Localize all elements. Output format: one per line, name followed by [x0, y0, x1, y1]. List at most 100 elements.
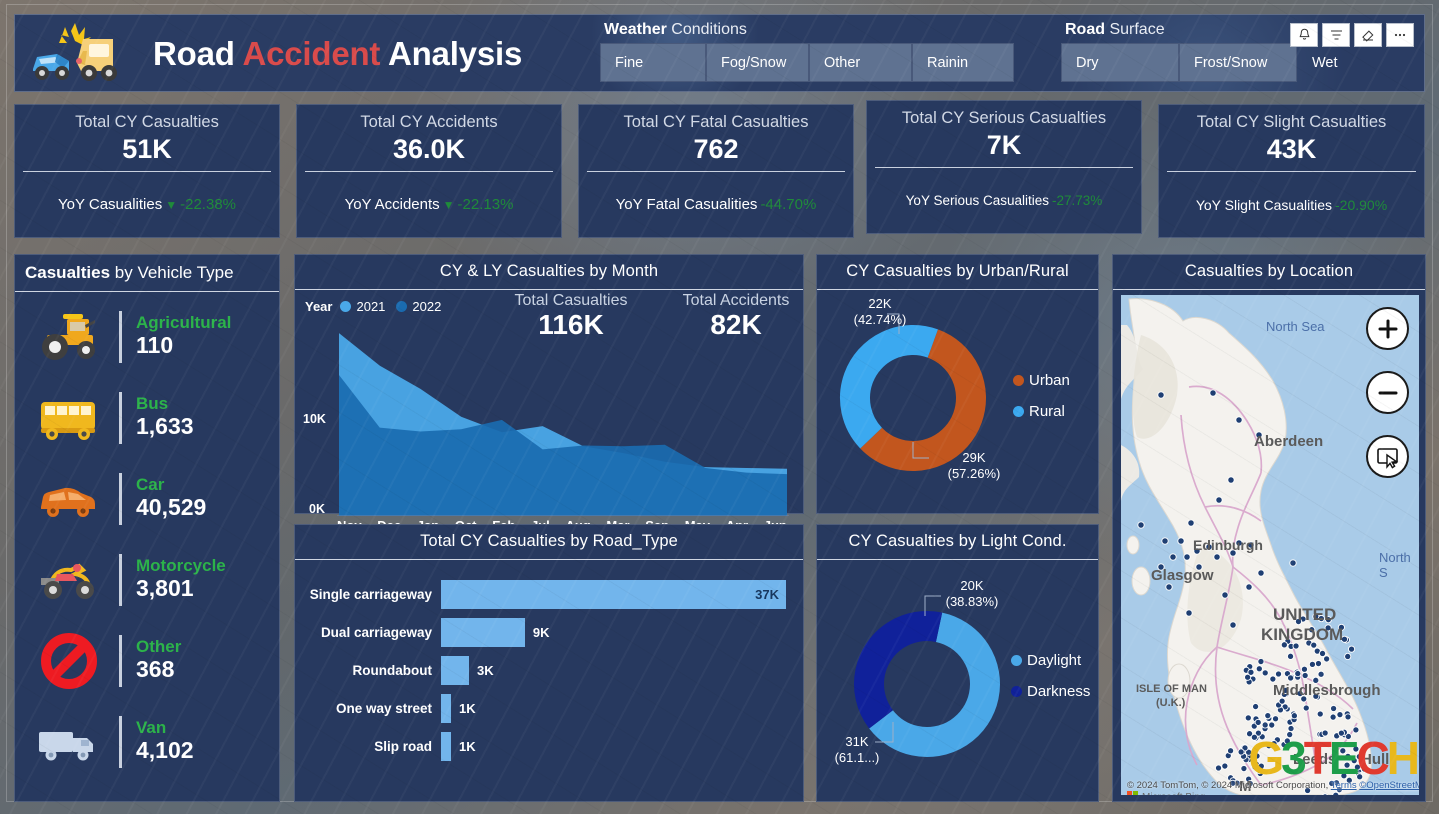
bar-fill[interactable]: 37K [441, 580, 786, 609]
legend-item-darkness[interactable]: Darkness [1011, 683, 1090, 700]
map-zoom-in-button[interactable] [1366, 307, 1409, 350]
bar-fill[interactable] [441, 732, 451, 761]
map-data-point[interactable] [1221, 591, 1229, 599]
kpi-card-serious-casualties[interactable]: Total CY Serious Casualties 7K YoY Serio… [866, 100, 1142, 234]
map-data-point[interactable] [1213, 553, 1221, 561]
map-data-point[interactable] [1157, 391, 1165, 399]
map-data-point[interactable] [1255, 665, 1263, 673]
weather-option-fine[interactable]: Fine [600, 43, 706, 82]
map-data-point[interactable] [1221, 762, 1229, 770]
map-data-point[interactable] [1235, 416, 1243, 424]
table-row[interactable]: One way street 1K [305, 690, 791, 727]
map-data-point[interactable] [1161, 537, 1169, 545]
surface-option-frost-snow[interactable]: Frost/Snow [1179, 43, 1297, 82]
map-data-point[interactable] [1209, 389, 1217, 397]
map-data-point[interactable] [1302, 704, 1310, 712]
map-data-point[interactable] [1292, 642, 1300, 650]
map-data-point[interactable] [1185, 609, 1193, 617]
map-data-point[interactable] [1169, 553, 1177, 561]
select-region-icon[interactable] [1366, 435, 1409, 478]
map-data-point[interactable] [1308, 626, 1316, 634]
map-data-point[interactable] [1290, 712, 1298, 720]
month-area-chart-svg[interactable] [337, 330, 789, 516]
map-data-point[interactable] [1252, 703, 1260, 711]
map-data-point[interactable] [1247, 668, 1255, 676]
kpi-card-total-casualties[interactable]: Total CY Casualties 51K YoY Casualities … [14, 104, 280, 238]
bell-icon[interactable] [1290, 23, 1318, 47]
list-item[interactable]: Other 368 [15, 620, 279, 701]
map-data-point[interactable] [1316, 710, 1324, 718]
map-data-point[interactable] [1255, 431, 1263, 439]
map-data-point[interactable] [1261, 669, 1269, 677]
map-data-point[interactable] [1257, 569, 1265, 577]
list-item[interactable]: Car 40,529 [15, 458, 279, 539]
map-data-point[interactable] [1344, 713, 1352, 721]
map-data-point[interactable] [1205, 543, 1213, 551]
map-data-point[interactable] [1336, 711, 1344, 719]
map-canvas[interactable]: North Sea North S Aberdeen Edinburgh Glasgow… [1121, 295, 1419, 795]
map-data-point[interactable] [1229, 549, 1237, 557]
map-data-point[interactable] [1244, 714, 1252, 722]
legend-item-daylight[interactable]: Daylight [1011, 652, 1090, 669]
map-data-point[interactable] [1318, 649, 1327, 657]
bar-fill[interactable] [441, 694, 451, 723]
map-data-point[interactable] [1330, 704, 1338, 713]
map-data-point[interactable] [1310, 641, 1318, 649]
map-data-point[interactable] [1329, 713, 1337, 721]
map-data-point[interactable] [1227, 476, 1235, 484]
map-data-point[interactable] [1348, 645, 1356, 653]
table-row[interactable]: Dual carriageway 9K [305, 614, 791, 651]
map-data-point[interactable] [1308, 660, 1316, 668]
map-data-point[interactable] [1137, 521, 1145, 529]
more-options-icon[interactable] [1386, 23, 1414, 47]
bar-fill[interactable] [441, 656, 469, 685]
list-item[interactable]: Motorcycle 3,801 [15, 539, 279, 620]
map-data-point[interactable] [1272, 715, 1280, 723]
map-data-point[interactable] [1280, 641, 1288, 649]
map-data-point[interactable] [1340, 635, 1349, 643]
map-data-point[interactable] [1195, 563, 1203, 571]
weather-option-raining[interactable]: Rainin [912, 43, 1014, 82]
map-data-point[interactable] [1332, 791, 1340, 795]
list-item[interactable]: Agricultural 110 [15, 296, 279, 377]
map-data-point[interactable] [1287, 724, 1295, 733]
map-data-point[interactable] [1344, 652, 1352, 661]
legend-item-rural[interactable]: Rural [1013, 403, 1070, 420]
map-data-point[interactable] [1312, 676, 1320, 684]
bar-fill[interactable] [441, 618, 525, 647]
list-item[interactable]: Van 4,102 [15, 701, 279, 782]
map-data-point[interactable] [1269, 675, 1277, 683]
map-data-point[interactable] [1240, 765, 1248, 773]
table-row[interactable]: Roundabout 3K [305, 652, 791, 689]
map-data-point[interactable] [1187, 519, 1195, 527]
surface-option-dry[interactable]: Dry [1061, 43, 1179, 82]
map-data-point[interactable] [1235, 539, 1243, 547]
kpi-card-fatal-casualties[interactable]: Total CY Fatal Casualties 762 YoY Fatal … [578, 104, 854, 238]
map-data-point[interactable] [1301, 671, 1309, 680]
map-data-point[interactable] [1300, 665, 1308, 673]
eraser-icon[interactable] [1354, 23, 1382, 47]
map-data-point[interactable] [1165, 583, 1173, 591]
map-data-point[interactable] [1294, 670, 1302, 678]
kpi-card-total-accidents[interactable]: Total CY Accidents 36.0K YoY Accidents ▼… [296, 104, 562, 238]
weather-option-other[interactable]: Other [809, 43, 912, 82]
map-data-point[interactable] [1274, 670, 1283, 678]
table-row[interactable]: Slip road 1K [305, 728, 791, 765]
map-data-point[interactable] [1312, 692, 1320, 700]
map-data-point[interactable] [1177, 537, 1185, 545]
map-data-point[interactable] [1268, 721, 1276, 729]
map-data-point[interactable] [1300, 695, 1308, 703]
map-data-point[interactable] [1264, 712, 1272, 720]
map-data-point[interactable] [1317, 615, 1325, 623]
map-data-point[interactable] [1294, 618, 1303, 626]
map-data-point[interactable] [1314, 660, 1323, 668]
kpi-card-slight-casualties[interactable]: Total CY Slight Casualties 43K YoY Sligh… [1158, 104, 1425, 238]
map-data-point[interactable] [1317, 670, 1325, 678]
map-data-point[interactable] [1287, 674, 1295, 682]
map-data-point[interactable] [1261, 721, 1269, 729]
map-data-point[interactable] [1289, 559, 1297, 567]
map-data-point[interactable] [1324, 616, 1332, 624]
map-data-point[interactable] [1214, 764, 1223, 772]
map-data-point[interactable] [1257, 657, 1265, 666]
map-data-point[interactable] [1245, 583, 1253, 591]
